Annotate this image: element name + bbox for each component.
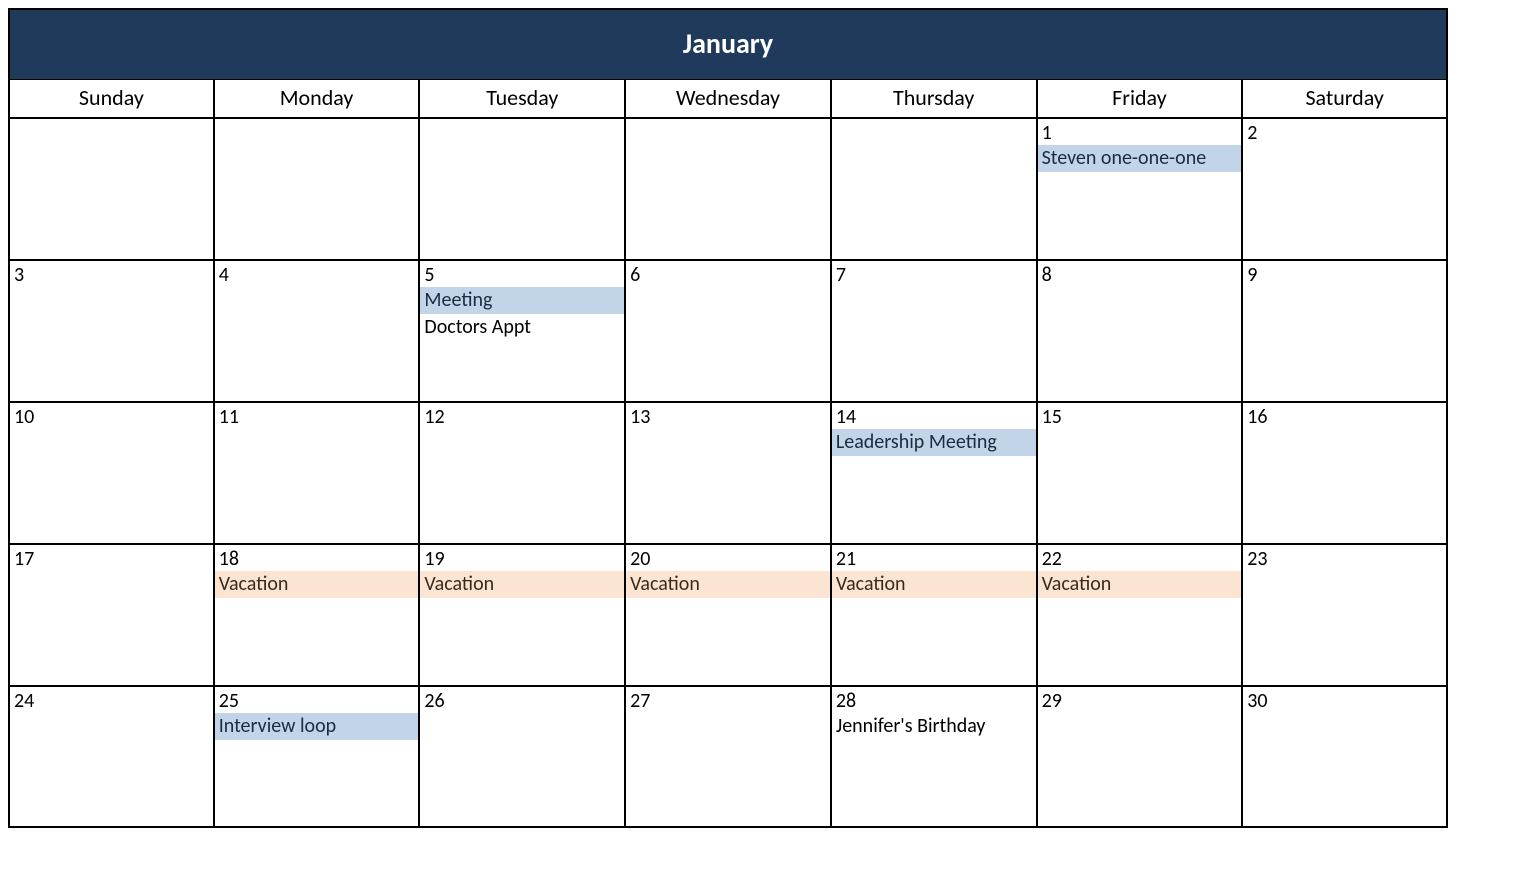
- day-cell[interactable]: 11: [214, 402, 420, 544]
- day-cell[interactable]: 13: [625, 402, 831, 544]
- weekday-friday: Friday: [1037, 79, 1243, 118]
- day-number: 16: [1243, 403, 1446, 429]
- day-number: 4: [215, 261, 419, 287]
- day-number: 14: [832, 403, 1036, 429]
- day-number: [626, 119, 830, 121]
- day-number: 24: [10, 687, 213, 713]
- calendar-event[interactable]: Vacation: [626, 571, 830, 598]
- calendar-event[interactable]: Jennifer's Birthday: [832, 713, 1036, 740]
- day-number: 3: [10, 261, 213, 287]
- day-number: 9: [1243, 261, 1446, 287]
- weekday-thursday: Thursday: [831, 79, 1037, 118]
- day-cell[interactable]: 2: [1242, 118, 1448, 260]
- day-cell[interactable]: 17: [8, 544, 214, 686]
- weekday-header-row: Sunday Monday Tuesday Wednesday Thursday…: [8, 79, 1448, 118]
- calendar-event[interactable]: Vacation: [420, 571, 624, 598]
- calendar-event[interactable]: Leadership Meeting: [832, 429, 1036, 456]
- calendar-event[interactable]: Vacation: [1038, 571, 1242, 598]
- calendar-week: 1718Vacation19Vacation20Vacation21Vacati…: [8, 544, 1448, 686]
- day-number: [215, 119, 419, 121]
- day-number: 27: [626, 687, 830, 713]
- day-number: 6: [626, 261, 830, 287]
- day-cell[interactable]: 9: [1242, 260, 1448, 402]
- day-cell[interactable]: 10: [8, 402, 214, 544]
- calendar-grid: 1Steven one-one-one2345MeetingDoctors Ap…: [8, 118, 1448, 828]
- calendar-event[interactable]: Doctors Appt: [420, 314, 624, 341]
- weekday-saturday: Saturday: [1242, 79, 1448, 118]
- day-cell[interactable]: 3: [8, 260, 214, 402]
- day-number: [10, 119, 213, 121]
- day-cell[interactable]: [214, 118, 420, 260]
- day-cell[interactable]: 15: [1037, 402, 1243, 544]
- day-number: 30: [1243, 687, 1446, 713]
- day-cell[interactable]: 27: [625, 686, 831, 828]
- day-number: 18: [215, 545, 419, 571]
- day-cell[interactable]: 26: [419, 686, 625, 828]
- day-cell[interactable]: 24: [8, 686, 214, 828]
- day-number: 8: [1038, 261, 1242, 287]
- day-cell[interactable]: 16: [1242, 402, 1448, 544]
- day-number: 13: [626, 403, 830, 429]
- day-cell[interactable]: 8: [1037, 260, 1243, 402]
- weekday-monday: Monday: [214, 79, 420, 118]
- day-number: 29: [1038, 687, 1242, 713]
- day-number: 15: [1038, 403, 1242, 429]
- calendar-event[interactable]: Interview loop: [215, 713, 419, 740]
- day-cell[interactable]: 12: [419, 402, 625, 544]
- calendar-week: 1011121314Leadership Meeting1516: [8, 402, 1448, 544]
- day-cell[interactable]: 20Vacation: [625, 544, 831, 686]
- weekday-tuesday: Tuesday: [419, 79, 625, 118]
- day-number: 26: [420, 687, 624, 713]
- day-cell[interactable]: 25Interview loop: [214, 686, 420, 828]
- day-cell[interactable]: 19Vacation: [419, 544, 625, 686]
- day-cell[interactable]: [419, 118, 625, 260]
- day-number: 22: [1038, 545, 1242, 571]
- day-number: 21: [832, 545, 1036, 571]
- day-cell[interactable]: 23: [1242, 544, 1448, 686]
- day-number: 28: [832, 687, 1036, 713]
- day-cell[interactable]: [8, 118, 214, 260]
- day-number: [832, 119, 1036, 121]
- day-number: 20: [626, 545, 830, 571]
- day-number: 17: [10, 545, 213, 571]
- day-cell[interactable]: 4: [214, 260, 420, 402]
- calendar-event[interactable]: Steven one-one-one: [1038, 145, 1242, 172]
- day-number: 19: [420, 545, 624, 571]
- day-cell[interactable]: 14Leadership Meeting: [831, 402, 1037, 544]
- calendar-event[interactable]: Meeting: [420, 287, 624, 314]
- calendar-week: 2425Interview loop262728Jennifer's Birth…: [8, 686, 1448, 828]
- day-cell[interactable]: 29: [1037, 686, 1243, 828]
- day-cell[interactable]: 21Vacation: [831, 544, 1037, 686]
- day-cell[interactable]: 1Steven one-one-one: [1037, 118, 1243, 260]
- day-cell[interactable]: 22Vacation: [1037, 544, 1243, 686]
- day-number: 23: [1243, 545, 1446, 571]
- day-number: 7: [832, 261, 1036, 287]
- day-cell[interactable]: 30: [1242, 686, 1448, 828]
- day-number: 25: [215, 687, 419, 713]
- day-number: 10: [10, 403, 213, 429]
- weekday-wednesday: Wednesday: [625, 79, 831, 118]
- month-title: January: [8, 8, 1448, 79]
- calendar-week: 345MeetingDoctors Appt6789: [8, 260, 1448, 402]
- day-number: 1: [1038, 119, 1242, 145]
- calendar-event[interactable]: Vacation: [832, 571, 1036, 598]
- day-cell[interactable]: 28Jennifer's Birthday: [831, 686, 1037, 828]
- day-number: [420, 119, 624, 121]
- day-number: 11: [215, 403, 419, 429]
- day-cell[interactable]: 7: [831, 260, 1037, 402]
- calendar: January Sunday Monday Tuesday Wednesday …: [8, 8, 1448, 828]
- day-number: 12: [420, 403, 624, 429]
- day-number: 2: [1243, 119, 1446, 145]
- calendar-event[interactable]: Vacation: [215, 571, 419, 598]
- day-cell[interactable]: [831, 118, 1037, 260]
- day-cell[interactable]: [625, 118, 831, 260]
- calendar-week: 1Steven one-one-one2: [8, 118, 1448, 260]
- day-number: 5: [420, 261, 624, 287]
- day-cell[interactable]: 18Vacation: [214, 544, 420, 686]
- weekday-sunday: Sunday: [8, 79, 214, 118]
- day-cell[interactable]: 5MeetingDoctors Appt: [419, 260, 625, 402]
- day-cell[interactable]: 6: [625, 260, 831, 402]
